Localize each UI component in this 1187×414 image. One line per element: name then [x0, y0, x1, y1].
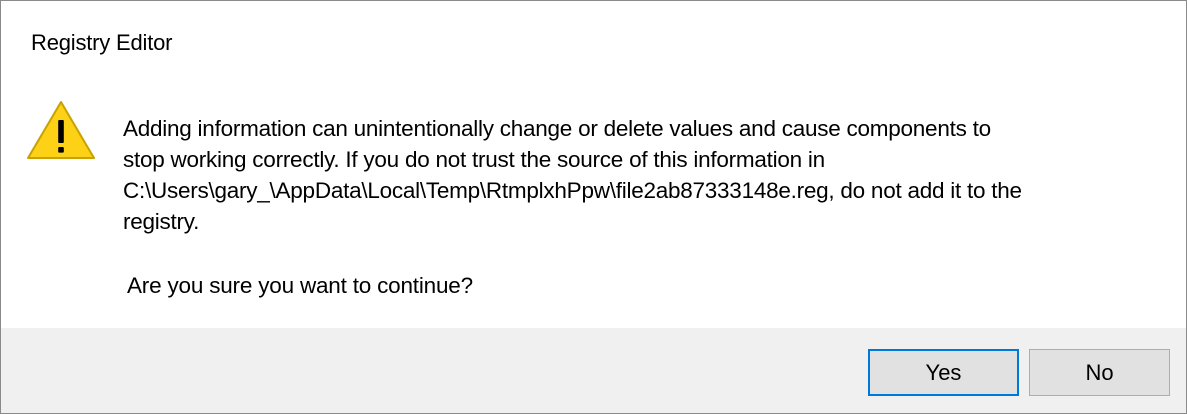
message-line: C:\Users\gary_\AppData\Local\Temp\Rtmplx…: [123, 178, 1022, 203]
confirm-question: Are you sure you want to continue?: [127, 273, 473, 298]
warning-icon: [25, 98, 97, 162]
message-line: registry.: [123, 209, 200, 234]
message-line: Adding information can unintentionally c…: [123, 116, 991, 141]
dialog-title: Registry Editor: [31, 30, 173, 55]
registry-editor-dialog: Registry Editor Adding information can u…: [0, 0, 1187, 414]
no-button[interactable]: No: [1029, 349, 1170, 396]
dialog-message: Adding information can unintentionally c…: [123, 113, 1168, 237]
message-line: stop working correctly. If you do not tr…: [123, 147, 825, 172]
yes-button[interactable]: Yes: [868, 349, 1019, 396]
